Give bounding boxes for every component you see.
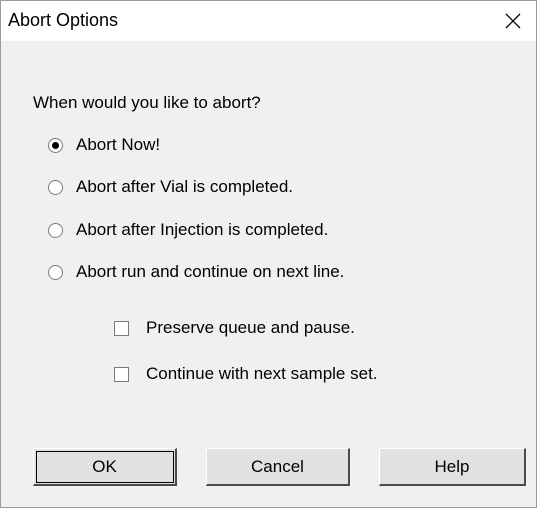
radio-label: Abort after Vial is completed. — [76, 177, 294, 196]
radio-button[interactable] — [48, 222, 63, 238]
radio-abort-after-injection[interactable]: Abort after Injection is completed. — [48, 220, 328, 240]
checkbox-continue-next-set[interactable]: Continue with next sample set. — [114, 364, 378, 384]
ok-button[interactable]: OK — [33, 448, 177, 486]
checkbox[interactable] — [114, 320, 129, 336]
radio-abort-run-continue[interactable]: Abort run and continue on next line. — [48, 262, 344, 282]
radio-abort-now[interactable]: Abort Now! — [48, 135, 160, 155]
help-button[interactable]: Help — [379, 448, 526, 486]
cancel-button[interactable]: Cancel — [206, 448, 350, 486]
radio-label: Abort after Injection is completed. — [76, 220, 329, 239]
checkbox-preserve-queue[interactable]: Preserve queue and pause. — [114, 318, 355, 338]
checkbox-label: Preserve queue and pause. — [146, 318, 355, 337]
radio-abort-after-vial[interactable]: Abort after Vial is completed. — [48, 177, 293, 197]
checkbox[interactable] — [114, 366, 129, 382]
radio-button[interactable] — [48, 137, 63, 153]
close-icon — [505, 13, 521, 29]
radio-label: Abort Now! — [76, 135, 161, 154]
abort-options-dialog: Abort Options When would you like to abo… — [0, 0, 537, 508]
dialog-title: Abort Options — [8, 10, 119, 30]
close-button[interactable] — [490, 1, 536, 41]
abort-question-label: When would you like to abort? — [33, 93, 261, 112]
radio-button[interactable] — [48, 264, 63, 280]
title-bar: Abort Options — [1, 1, 536, 41]
radio-button[interactable] — [48, 179, 63, 195]
radio-label: Abort run and continue on next line. — [76, 262, 345, 281]
checkbox-label: Continue with next sample set. — [146, 364, 378, 383]
